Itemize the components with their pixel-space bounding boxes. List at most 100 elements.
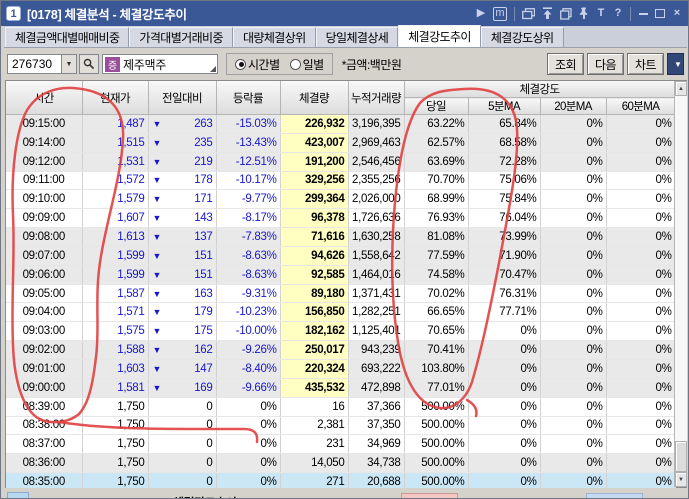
cell-time: 09:10:00 [6,190,82,209]
cell-price: 1,588 [82,341,148,360]
radio-daily-label: 일별 [303,56,324,73]
bottom-partial-tab-pink[interactable] [401,493,458,499]
cell-cumvol: 1,630,258 [348,228,404,247]
tab-3[interactable]: 당일체결상세 [316,27,399,47]
cell-cumvol: 1,558,642 [348,246,404,265]
bottom-partial-tab-blue[interactable] [586,493,643,499]
cell-change: ▼219 [148,152,216,171]
stock-name: 제주맥주 [123,56,166,73]
table-row[interactable]: 09:01:001,603▼147-8.40%220,324693,222103… [6,359,675,378]
cell-change: ▼ 171 [148,190,216,209]
toolbar-dropdown-button[interactable]: ▼ [667,53,684,75]
tab-2[interactable]: 대량체결상위 [233,27,316,47]
table-row[interactable]: 09:05:001,587▼163-9.31%89,1801,371,43170… [6,284,675,303]
cell-ma5: 0% [468,416,540,435]
cell-rate: 0% [216,397,280,416]
cell-change: ▼162 [148,341,216,360]
minimize-button[interactable] [638,7,648,21]
table-row[interactable]: 09:11:001,572▼178-10.17%329,2562,355,256… [6,171,675,190]
tab-5[interactable]: 체결강도상위 [481,27,564,47]
cell-ma5: 75.84% [468,190,540,209]
table-row[interactable]: 09:14:001,515▼235-13.43%423,0072,969,463… [6,133,675,152]
radio-hourly[interactable]: 시간별 [235,56,280,73]
bottom-partial-button[interactable] [7,492,29,499]
cell-price: 1,750 [82,416,148,435]
down-arrow-icon: ▼ [153,194,162,204]
search-icon[interactable] [79,54,99,74]
change-value: 171 [194,193,212,205]
cell-rate: -10.23% [216,303,280,322]
cascade-windows-icon[interactable] [522,7,535,21]
cell-rate: -8.17% [216,209,280,228]
send-to-top-icon[interactable] [542,7,553,21]
cell-today: 77.01% [404,378,468,397]
tab-4[interactable]: 체결강도추이 [398,25,481,47]
close-button[interactable]: × [672,7,682,21]
tab-1[interactable]: 가격대별거래비중 [129,27,233,47]
cell-change: ▼235 [148,133,216,152]
table-row[interactable]: 09:03:001,575▼175-10.00%182,1621,125,401… [6,322,675,341]
table-row[interactable]: 09:10:001,579▼171-9.77%299,3642,026,0006… [6,190,675,209]
table-row[interactable]: 09:06:001,599▼151-8.63%92,5851,464,01674… [6,265,675,284]
down-arrow-icon: ▼ [153,157,162,167]
toolbar: 276730 ▼ 증 제주맥주 시간별 일별 *금액:백만원 조회 다음 차트 … [4,48,687,80]
cell-ma20: 0% [540,284,606,303]
cell-change: 0 [148,454,216,473]
table-row[interactable]: 09:00:001,581▼169-9.66%435,532472,89877.… [6,378,675,397]
table-row[interactable]: 08:37:001,75000%23134,969500.00%0%0%0% [6,435,675,454]
table-row[interactable]: 08:36:001,75000%14,05034,738500.00%0%0%0… [6,454,675,473]
cell-ma60: 0% [606,284,675,303]
scroll-up-icon[interactable]: ▲ [675,81,687,96]
next-button[interactable]: 다음 [587,53,624,75]
cell-time: 08:38:00 [6,416,82,435]
table-row[interactable]: 09:12:001,531▼219-12.51%191,2002,546,456… [6,152,675,171]
cell-time: 08:36:00 [6,454,82,473]
table-row[interactable]: 08:39:001,75000%1637,366500.00%0%0%0% [6,397,675,416]
tab-0[interactable]: 체결금액대별매매비중 [5,27,129,47]
cell-today: 500.00% [404,454,468,473]
cell-ma5: 72.28% [468,152,540,171]
resize-grip-icon [210,66,216,72]
table-row[interactable]: 09:15:001,487▼263-15.03%226,9323,196,395… [6,115,675,134]
pin-icon[interactable] [579,7,589,21]
cell-ma20: 0% [540,454,606,473]
cell-price: 1,750 [82,454,148,473]
down-arrow-icon: ▼ [153,175,162,185]
chart-button[interactable]: 차트 [627,53,664,75]
minimized-window-icon[interactable]: m [493,7,507,21]
play-icon[interactable]: ▶ [476,7,486,21]
table-row[interactable]: 09:07:001,599▼151-8.63%94,6261,558,64277… [6,246,675,265]
cell-time: 09:12:00 [6,152,82,171]
copy-window-icon[interactable] [560,7,572,21]
cell-change: 0 [148,416,216,435]
scrollbar[interactable]: ▲ ▼ [674,81,687,487]
table-row[interactable]: 09:08:001,613▼137-7.83%71,6161,630,25881… [6,228,675,247]
stock-code-input[interactable]: 276730 [7,54,61,74]
query-button[interactable]: 조회 [547,53,584,75]
table-row[interactable]: 09:09:001,607▼143-8.17%96,3781,726,63676… [6,209,675,228]
scrollbar-thumb[interactable] [675,441,687,472]
scroll-down-icon[interactable]: ▼ [675,472,687,487]
cell-price: 1,613 [82,228,148,247]
cell-change: ▼263 [148,115,216,134]
cell-ma5: 0% [468,435,540,454]
font-size-icon[interactable]: T [596,7,606,21]
radio-daily[interactable]: 일별 [290,56,324,73]
cell-cumvol: 2,355,256 [348,171,404,190]
table-row[interactable]: 08:38:001,75000%2,38137,350500.00%0%0%0% [6,416,675,435]
cell-price: 1,487 [82,115,148,134]
maximize-button[interactable] [655,7,665,21]
cell-volume: 182,162 [280,322,348,341]
code-dropdown-button[interactable]: ▼ [61,54,77,74]
cell-time: 08:39:00 [6,397,82,416]
window-number-badge[interactable]: 1 [6,6,21,21]
table-row[interactable]: 09:02:001,588▼162-9.26%250,017943,23970.… [6,341,675,360]
cell-ma5: 73.99% [468,228,540,247]
table-row[interactable]: 09:04:001,571▼179-10.23%156,8501,282,251… [6,303,675,322]
cell-time: 09:14:00 [6,133,82,152]
cell-price: 1,579 [82,190,148,209]
help-icon[interactable]: ? [613,7,623,21]
cell-ma5: 0% [468,341,540,360]
column-header-cum-volume: 누적거래량 [348,81,404,115]
stock-name-field[interactable]: 증 제주맥주 [102,54,218,74]
